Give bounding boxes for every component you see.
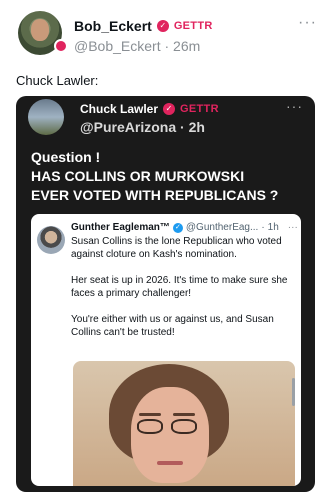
quoted-avatar[interactable]: [28, 99, 64, 135]
quoted-post-card[interactable]: Chuck Lawler ✓ GETTR @PureArizona · 2h ·…: [16, 96, 315, 492]
post-header: Bob_Eckert ✓ GETTR @Bob_Eckert · 26m ···: [16, 11, 321, 61]
headline-line: Question !: [31, 149, 101, 165]
separator-dot: ·: [261, 222, 265, 233]
verified-badge-icon: ✓: [163, 103, 176, 115]
tweet-paragraph: Her seat is up in 2026. It's time to mak…: [71, 275, 288, 299]
tweet-handle[interactable]: @GuntherEag...: [186, 222, 258, 233]
platform-badge: GETTR: [173, 20, 213, 32]
separator-dot: ·: [180, 119, 189, 135]
photo-glasses: [171, 419, 197, 434]
quoted-headline: Question ! HAS COLLINS OR MURKOWSKI EVER…: [31, 148, 306, 205]
photo-brow: [139, 413, 161, 416]
headline-line: HAS COLLINS OR MURKOWSKI: [31, 168, 245, 184]
quoted-author-row: Chuck Lawler ✓ GETTR: [80, 102, 219, 116]
headline-line: EVER VOTED WITH REPUBLICANS ?: [31, 187, 279, 203]
separator-dot: ·: [164, 38, 174, 54]
tweet-body: Susan Collins is the lone Republican who…: [71, 235, 293, 352]
quoted-author-name[interactable]: Chuck Lawler: [80, 102, 158, 116]
handle-row: @Bob_Eckert · 26m: [74, 38, 200, 54]
verified-badge-icon: ✓: [172, 222, 183, 233]
author-row: Bob_Eckert ✓ GETTR: [74, 18, 213, 34]
tweet-header: Gunther Eagleman™ ✓ @GuntherEag... · 1h …: [71, 222, 298, 233]
post-time[interactable]: 26m: [173, 38, 200, 54]
tweet-time[interactable]: 1h: [268, 222, 279, 233]
tweet-photo[interactable]: [73, 361, 295, 486]
tweet-paragraph: You're either with us or against us, and…: [71, 314, 274, 338]
author-handle[interactable]: @Bob_Eckert: [74, 38, 161, 54]
author-name[interactable]: Bob_Eckert: [74, 18, 152, 34]
tweet-author-name[interactable]: Gunther Eagleman™: [71, 222, 170, 233]
scrollbar[interactable]: [292, 378, 295, 406]
quoted-handle-row: @PureArizona · 2h: [80, 119, 205, 135]
photo-brow: [173, 413, 195, 416]
photo-mouth: [157, 461, 183, 465]
photo-face: [131, 387, 209, 483]
tweet-avatar[interactable]: [37, 226, 65, 254]
post-text: Chuck Lawler:: [16, 73, 99, 88]
platform-badge: GETTR: [180, 103, 219, 115]
more-options-icon[interactable]: ···: [298, 14, 317, 32]
photo-glasses: [137, 419, 163, 434]
tweet-paragraph: Susan Collins is the lone Republican who…: [71, 236, 282, 260]
quoted-handle[interactable]: @PureArizona: [80, 119, 176, 135]
more-options-icon[interactable]: ···: [286, 98, 303, 114]
status-badge: [54, 39, 68, 53]
embedded-tweet[interactable]: Gunther Eagleman™ ✓ @GuntherEag... · 1h …: [31, 214, 301, 486]
quoted-time[interactable]: 2h: [189, 119, 205, 135]
verified-badge-icon: ✓: [156, 20, 169, 32]
more-options-icon[interactable]: ···: [288, 222, 298, 233]
